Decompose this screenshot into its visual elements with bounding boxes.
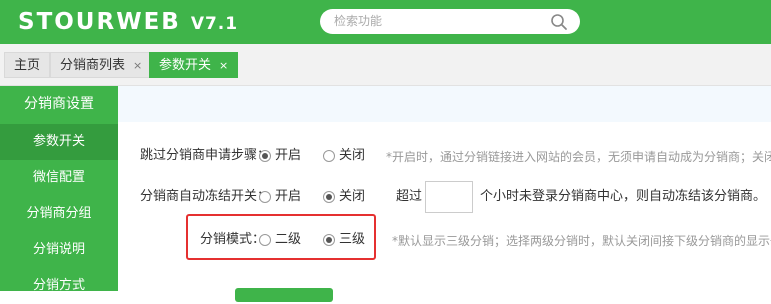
content-toolbar	[118, 86, 771, 122]
tab-parameter-switch[interactable]: 参数开关 ×	[149, 52, 239, 79]
freeze-hours-input[interactable]	[425, 181, 473, 213]
close-icon[interactable]: ×	[133, 53, 142, 79]
highlight-annotation	[186, 214, 376, 260]
sidebar: 分销商设置 参数开关 微信配置 分销商分组 分销说明 分销方式	[0, 86, 118, 293]
sidebar-item-distribution-info[interactable]: 分销说明	[0, 232, 118, 268]
skip-steps-hint: *开启时，通过分销链接进入网站的会员，无须申请自动成为分销商；关闭	[386, 150, 771, 164]
skip-steps-on-radio[interactable]	[259, 150, 271, 162]
search-input[interactable]: 检索功能	[334, 14, 382, 29]
sidebar-item-wechat-config[interactable]: 微信配置	[0, 160, 118, 196]
sidebar-item-distributor-group[interactable]: 分销商分组	[0, 196, 118, 232]
tab-bar: 主页 分销商列表 × 参数开关 ×	[0, 44, 771, 86]
auto-freeze-prefix: 超过	[396, 189, 423, 204]
search-box[interactable]: 检索功能	[320, 9, 580, 34]
close-icon[interactable]: ×	[219, 53, 228, 79]
auto-freeze-off-label[interactable]: 关闭	[339, 189, 365, 205]
skip-steps-label: 跳过分销商申请步骤：	[140, 148, 271, 163]
skip-steps-off-radio[interactable]	[323, 150, 335, 162]
tab-label: 分销商列表	[60, 58, 126, 73]
search-icon[interactable]	[550, 13, 568, 31]
tab-label: 主页	[14, 58, 41, 73]
skip-steps-on-label[interactable]: 开启	[275, 148, 301, 164]
sidebar-item-parameter-switch[interactable]: 参数开关	[0, 124, 118, 160]
tab-home[interactable]: 主页	[4, 52, 51, 78]
app-logo: STOURWEB V7.1	[18, 9, 239, 35]
sidebar-item-distribution-method[interactable]: 分销方式	[0, 268, 118, 304]
skip-steps-off-label[interactable]: 关闭	[339, 148, 365, 164]
mode-hint: *默认显示三级分销；选择两级分销时，默认关闭间接下级分销商的显示一	[392, 234, 771, 248]
save-button[interactable]	[235, 288, 333, 302]
tab-distributor-list[interactable]: 分销商列表 ×	[50, 52, 153, 79]
auto-freeze-label: 分销商自动冻结开关：	[140, 189, 271, 204]
top-header: STOURWEB V7.1 检索功能	[0, 0, 771, 44]
auto-freeze-on-radio[interactable]	[259, 191, 271, 203]
app-version: V7.1	[190, 14, 239, 34]
sidebar-heading: 分销商设置	[24, 96, 94, 112]
tab-label: 参数开关	[159, 58, 212, 73]
auto-freeze-suffix: 个小时未登录分销商中心，则自动冻结该分销商。	[480, 189, 767, 204]
auto-freeze-off-radio[interactable]	[323, 191, 335, 203]
auto-freeze-on-label[interactable]: 开启	[275, 189, 301, 205]
